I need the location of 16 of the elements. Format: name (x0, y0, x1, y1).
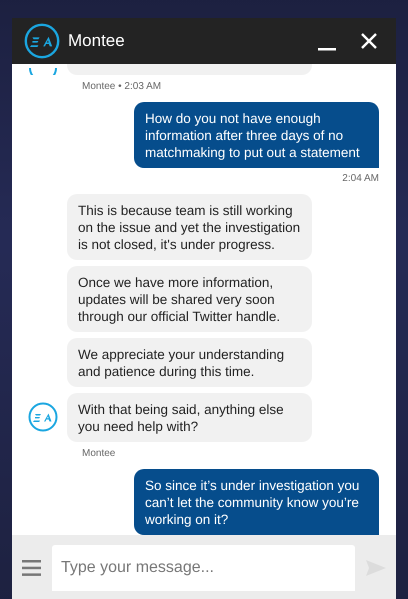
message-input[interactable]: Type your message... (52, 545, 355, 591)
message-bubble: We appreciate your understanding and patience during this time. (67, 338, 312, 387)
message-meta: Montee • 2:03 AM (82, 81, 162, 92)
minimize-icon (318, 48, 336, 50)
message-bubble: With that being said, anything else you need help with? (67, 393, 312, 442)
message-bubble: Once we have more information, updates will be shared very soon through our official Twitter handle. (67, 266, 312, 332)
logo-icon (24, 23, 60, 59)
close-icon (361, 33, 377, 49)
menu-icon (22, 560, 41, 576)
message-bubble: This is because team is still working on the issue and yet the investigation is not closed, it's under progress. (67, 194, 312, 260)
message-meta: Montee (82, 448, 116, 459)
window-title: Montee (68, 31, 126, 51)
menu-button[interactable] (22, 560, 41, 576)
message-bubble: So since it’s under investigation you can’t let the community know you’re working on it? (134, 469, 379, 535)
message-time: 2:04 AM (341, 173, 379, 184)
message-bubble: How do you not have enough information after three days of no matchmaking to put out a statement (134, 102, 379, 168)
